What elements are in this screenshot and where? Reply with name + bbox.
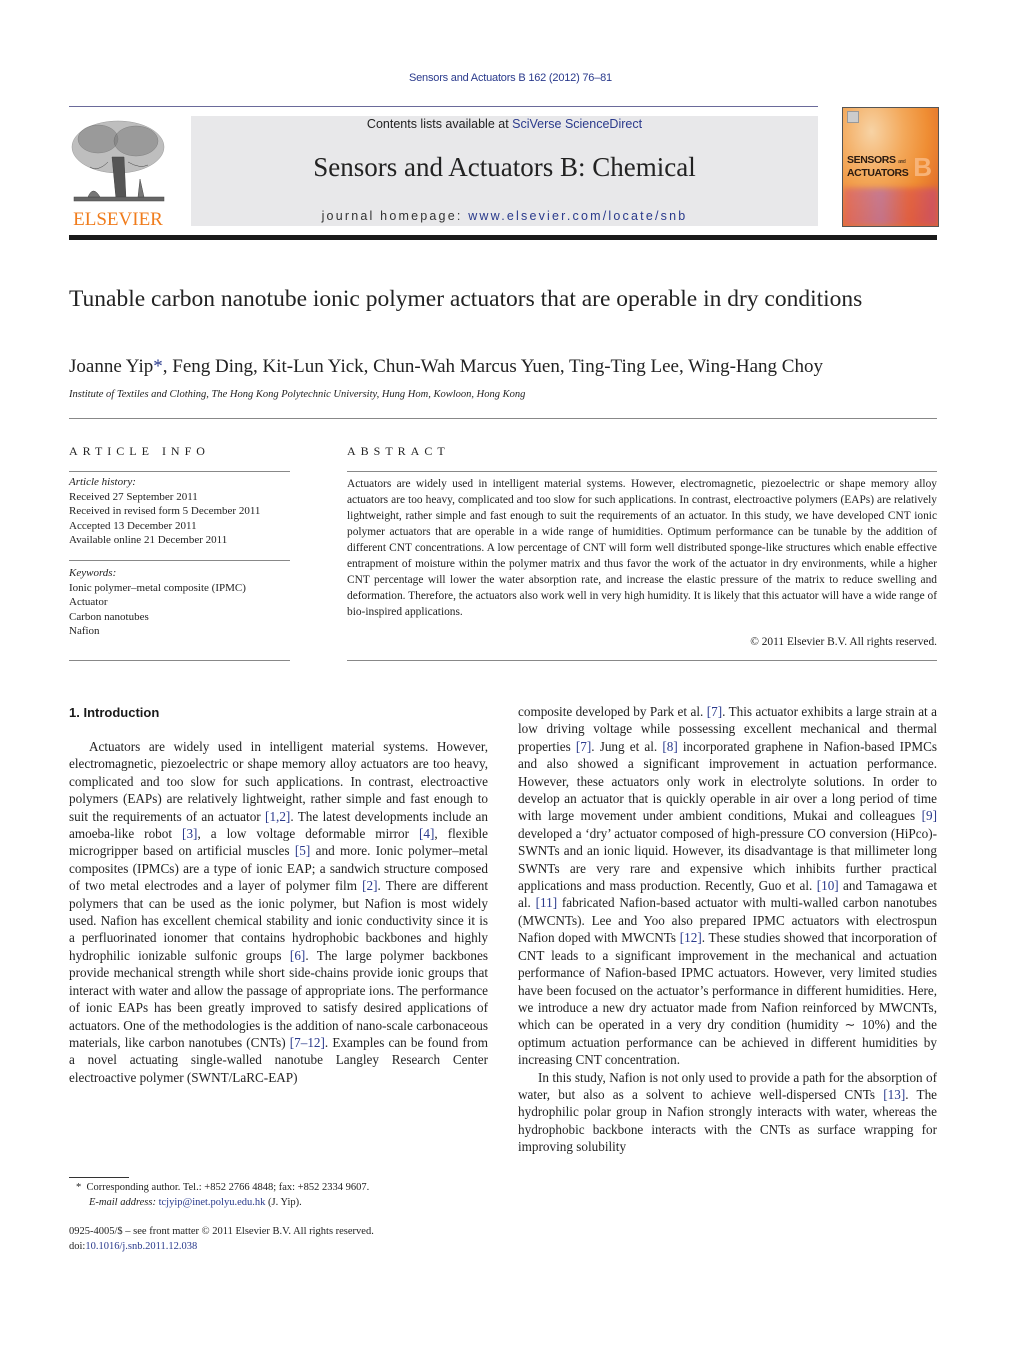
first-author: Joanne Yip [69, 356, 154, 377]
cover-publisher-mark [847, 111, 859, 123]
intro-left-column: Actuators are widely used in intelligent… [69, 738, 488, 1086]
homepage-link[interactable]: www.elsevier.com/locate/snb [468, 209, 687, 223]
footnote-contact: Corresponding author. Tel.: +852 2766 48… [86, 1182, 370, 1193]
citation-link[interactable]: [7–12] [290, 1035, 325, 1050]
email-link[interactable]: tcjyip@inet.polyu.edu.hk [159, 1197, 266, 1208]
keywords: Keywords: Ionic polymer–metal composite … [69, 566, 294, 639]
article-info-rule [69, 471, 290, 472]
body-text: In this study, Nafion is not only used t… [518, 1069, 937, 1102]
citation-link[interactable]: [7] [707, 704, 722, 719]
intro-right-column: composite developed by Park et al. [7]. … [518, 703, 937, 1156]
front-matter-footer: 0925-4005/$ – see front matter © 2011 El… [69, 1225, 499, 1254]
sciencedirect-link[interactable]: SciVerse ScienceDirect [512, 117, 642, 131]
citation-link[interactable]: [11] [536, 895, 557, 910]
history-revised: Received in revised form 5 December 2011 [69, 505, 261, 517]
corresponding-author-marker[interactable]: * [153, 356, 163, 377]
elsevier-tree-icon: ELSEVIER [71, 120, 165, 230]
section-heading-introduction: 1. Introduction [69, 705, 160, 720]
running-citation: Sensors and Actuators B 162 (2012) 76–81 [409, 72, 612, 84]
citation-link[interactable]: [4] [419, 826, 434, 841]
abstract-bottom-rule [347, 660, 937, 661]
contents-line: Contents lists available at SciVerse Sci… [191, 117, 818, 131]
doi-link[interactable]: 10.1016/j.snb.2011.12.038 [85, 1241, 197, 1252]
journal-title: Sensors and Actuators B: Chemical [313, 152, 696, 182]
journal-homepage: journal homepage: www.elsevier.com/locat… [191, 209, 818, 223]
history-accepted: Accepted 13 December 2011 [69, 519, 197, 532]
abstract-rule [347, 471, 937, 472]
journal-cover-image: SENSORS and ACTUATORS B [842, 107, 939, 227]
header-rule [69, 106, 818, 107]
keyword-item: Actuator [69, 596, 108, 608]
email-suffix: (J. Yip). [265, 1196, 302, 1208]
doi-prefix: doi: [69, 1240, 86, 1252]
citation-link[interactable]: [6] [290, 948, 305, 963]
affiliation: Institute of Textiles and Clothing, The … [69, 389, 526, 400]
abstract-copyright: © 2011 Elsevier B.V. All rights reserved… [750, 636, 937, 648]
citation-link[interactable]: [2] [362, 878, 377, 893]
intro-paragraph: composite developed by Park et al. [7]. … [518, 703, 937, 1069]
article-info-bottom-rule [69, 660, 290, 661]
contents-prefix: Contents lists available at [366, 117, 513, 131]
keyword-item: Nafion [69, 625, 100, 637]
keyword-item: Ionic polymer–metal composite (IPMC) [69, 581, 246, 594]
keywords-rule [69, 560, 290, 561]
email-label: E-mail address: [89, 1196, 156, 1208]
header-thick-rule [69, 235, 937, 240]
abstract-body: Actuators are widely used in intelligent… [347, 478, 937, 618]
intro-paragraph: In this study, Nafion is not only used t… [518, 1069, 937, 1156]
citation-link[interactable]: [12] [680, 930, 702, 945]
history-online: Available online 21 December 2011 [69, 534, 228, 546]
history-label: Article history: [69, 476, 136, 488]
keyword-item: Carbon nanotubes [69, 610, 149, 623]
homepage-prefix: journal homepage: [321, 209, 469, 223]
citation-link[interactable]: [7] [576, 739, 591, 754]
cover-artwork [843, 188, 938, 226]
body-text: , a low voltage deformable mirror [197, 826, 420, 842]
issn-line: 0925-4005/$ – see front matter © 2011 El… [69, 1226, 374, 1237]
article-title: Tunable carbon nanotube ionic polymer ac… [69, 286, 863, 312]
citation-link[interactable]: [13] [883, 1087, 905, 1102]
elsevier-wordmark: ELSEVIER [73, 209, 163, 229]
title-rule [69, 418, 937, 419]
other-authors: , Feng Ding, Kit-Lun Yick, Chun-Wah Marc… [162, 356, 823, 377]
article-history: Article history: Received 27 September 2… [69, 475, 294, 548]
citation-link[interactable]: [8] [662, 739, 677, 754]
citation-link[interactable]: [10] [817, 878, 839, 893]
citation-link[interactable]: [3] [182, 826, 197, 841]
corresponding-author-footnote: * Corresponding author. Tel.: +852 2766 … [76, 1181, 496, 1210]
cover-title: SENSORS and ACTUATORS [847, 154, 909, 179]
elsevier-logo: ELSEVIER [68, 117, 168, 230]
history-received: Received 27 September 2011 [69, 490, 198, 503]
citation-link[interactable]: [5] [295, 843, 310, 858]
body-text: . Jung et al. [591, 738, 663, 754]
author-list: Joanne Yip*, Feng Ding, Kit-Lun Yick, Ch… [69, 356, 949, 378]
cover-series-letter: B [913, 152, 932, 182]
keywords-label: Keywords: [69, 567, 117, 579]
citation-link[interactable]: [1,2] [265, 809, 290, 824]
footnote-rule [69, 1177, 129, 1178]
body-text: . These studies showed that incorporatio… [518, 930, 937, 1068]
abstract-heading: ABSTRACT [347, 444, 450, 458]
footnote-star: * [76, 1182, 82, 1193]
article-info-heading: ARTICLE INFO [69, 444, 210, 458]
body-text: composite developed by Park et al. [518, 704, 707, 719]
intro-paragraph: Actuators are widely used in intelligent… [69, 738, 488, 1086]
citation-link[interactable]: [9] [922, 808, 937, 823]
